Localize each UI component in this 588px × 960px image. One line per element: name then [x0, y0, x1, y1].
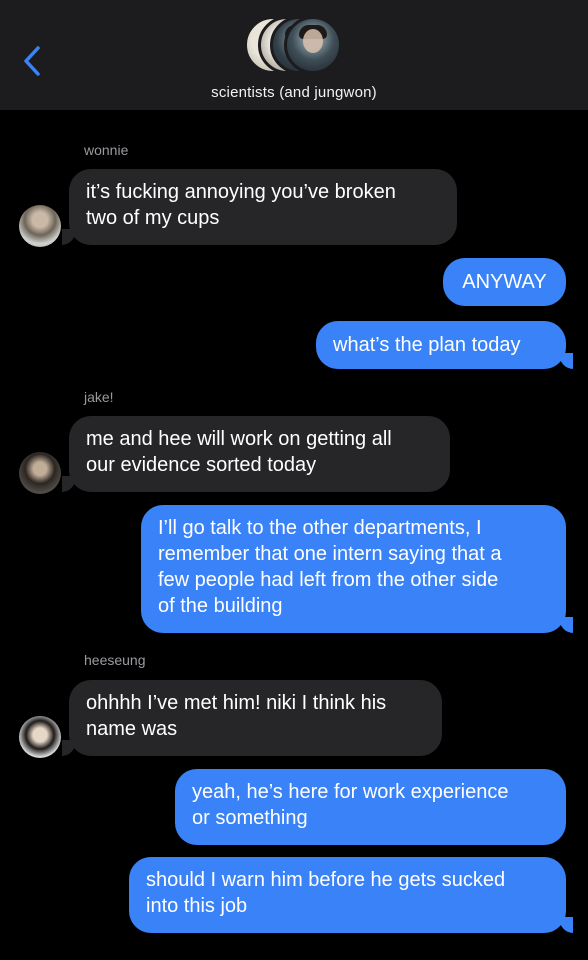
incoming-message-bubble[interactable]: me and hee will work on getting all our … [69, 416, 450, 492]
group-avatar-stack[interactable] [244, 16, 344, 74]
bubble-tail [559, 917, 573, 933]
outgoing-message-bubble[interactable]: should I warn him before he gets sucked … [129, 857, 566, 933]
outgoing-message-bubble[interactable]: ANYWAY [443, 258, 566, 306]
avatar[interactable] [19, 205, 61, 247]
chevron-left-icon[interactable] [18, 44, 48, 78]
sender-name: jake! [84, 389, 114, 405]
bubble-tail [559, 617, 573, 633]
conversation-title[interactable]: scientists (and jungwon) [0, 84, 588, 101]
message-text: ANYWAY [462, 271, 547, 293]
bubble-tail [559, 353, 573, 369]
bubble-tail [62, 229, 76, 245]
sender-name: heeseung [84, 652, 146, 668]
message-text: me and hee will work on getting all our … [86, 428, 392, 476]
avatar[interactable] [19, 452, 61, 494]
message-text: I’ll go talk to the other departments, I… [158, 517, 502, 617]
incoming-message-bubble[interactable]: ohhhh I’ve met him! niki I think his nam… [69, 680, 442, 756]
sender-name: wonnie [84, 142, 129, 158]
outgoing-message-bubble[interactable]: yeah, he’s here for work experience or s… [175, 769, 566, 845]
avatar[interactable] [19, 716, 61, 758]
outgoing-message-bubble[interactable]: I’ll go talk to the other departments, I… [141, 505, 566, 633]
message-text: should I warn him before he gets sucked … [146, 869, 506, 917]
group-member-avatar [284, 16, 342, 74]
message-text: what’s the plan today [333, 334, 521, 356]
message-text: ohhhh I’ve met him! niki I think his nam… [86, 692, 387, 740]
bubble-tail [62, 476, 76, 492]
incoming-message-bubble[interactable]: it’s fucking annoying you’ve broken two … [69, 169, 457, 245]
outgoing-message-bubble[interactable]: what’s the plan today [316, 321, 566, 369]
conversation-header: scientists (and jungwon) [0, 0, 588, 110]
message-text: it’s fucking annoying you’ve broken two … [86, 181, 396, 229]
message-text: yeah, he’s here for work experience or s… [192, 781, 509, 829]
bubble-tail [62, 740, 76, 756]
